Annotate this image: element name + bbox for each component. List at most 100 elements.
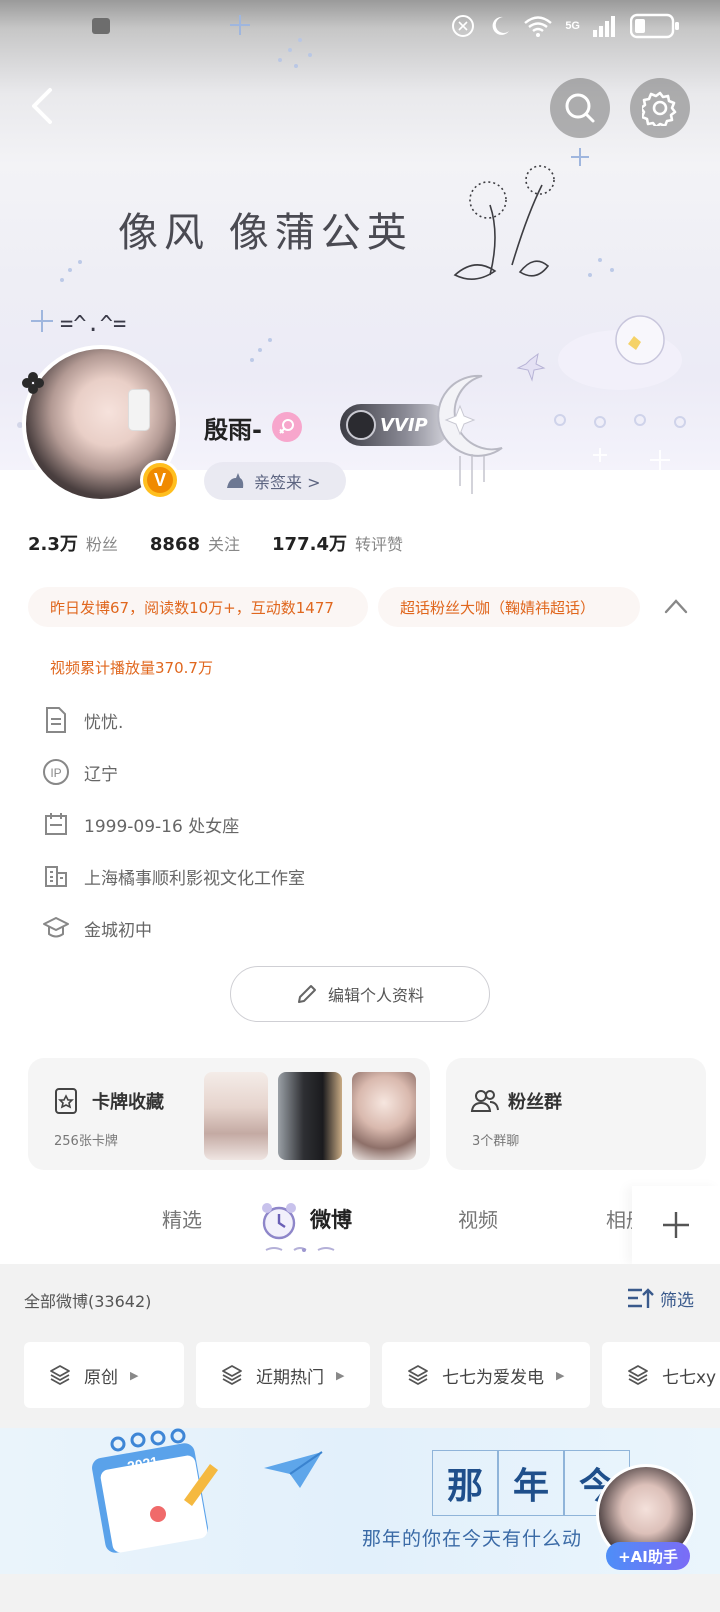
back-icon xyxy=(32,88,52,124)
building-icon xyxy=(42,862,70,890)
fan-group-title: 粉丝群 xyxy=(508,1092,562,1113)
likes-count[interactable]: 177.4万 xyxy=(272,530,347,556)
tab-weibo[interactable]: 微博 xyxy=(310,1204,352,1234)
battery-icon xyxy=(630,13,679,39)
banner-script-text: 像风 像蒲公英 xyxy=(118,210,413,256)
video-honor-text: 视频累计播放量370.7万 xyxy=(50,658,213,677)
bottom-spacer xyxy=(0,1574,720,1612)
promo-char: 那 xyxy=(432,1450,498,1516)
banner-face-text: =^.^= xyxy=(60,312,127,337)
back-button[interactable] xyxy=(24,84,64,128)
pencil-icon xyxy=(297,985,316,1003)
profile-stats: 2.3万 粉丝 8868 关注 177.4万 转评赞 xyxy=(28,530,435,556)
username: 殷雨- xyxy=(204,416,262,444)
caret-right-icon: ▶ xyxy=(130,1368,139,1382)
paper-plane-icon xyxy=(264,1451,323,1488)
document-icon xyxy=(42,706,70,734)
birthday-row: 1999-09-16 处女座 xyxy=(42,806,239,842)
company-row: 上海橘事顺利影视文化工作室 xyxy=(42,858,305,894)
card-thumbnail[interactable] xyxy=(204,1072,268,1160)
chip-topic-2-label: 七七xy xyxy=(662,1367,717,1388)
fan-group[interactable]: 粉丝群 3个群聊 xyxy=(446,1058,706,1170)
card-thumbnail[interactable] xyxy=(278,1072,342,1160)
card-collection-icon xyxy=(55,1088,77,1114)
signin-button[interactable]: 亲签来 > xyxy=(204,462,346,500)
weibo-count: 全部微博(33642) xyxy=(24,1292,152,1311)
signin-label: 亲签来 > xyxy=(254,473,321,492)
layers-icon xyxy=(50,1365,70,1385)
moon-decoration-icon xyxy=(437,374,503,494)
tab-active-indicator xyxy=(265,1247,335,1252)
filter-icon xyxy=(628,1287,654,1308)
layers-icon xyxy=(628,1365,648,1385)
layers-icon xyxy=(222,1365,242,1385)
supertopic-honor-text: 超话粉丝大咖（鞠婧祎超话） xyxy=(400,598,596,617)
add-tab-button[interactable] xyxy=(632,1186,720,1264)
filter-label: 筛选 xyxy=(660,1291,694,1311)
likes-label[interactable]: 转评赞 xyxy=(355,531,403,555)
edit-profile-label: 编辑个人资料 xyxy=(327,986,424,1005)
gear-icon xyxy=(642,91,677,126)
school-row: 金城初中 xyxy=(42,910,152,946)
female-gender-icon xyxy=(272,412,302,442)
chip-original[interactable]: 原创 ▶ xyxy=(24,1342,184,1408)
school-text: 金城初中 xyxy=(84,920,152,941)
chip-recent-hot[interactable]: 近期热门 ▶ xyxy=(196,1342,370,1408)
flower-icon xyxy=(22,372,44,394)
card-thumbnail[interactable] xyxy=(352,1072,416,1160)
network-label: 5G xyxy=(565,20,580,32)
fan-group-count: 3个群聊 xyxy=(472,1134,520,1149)
alarm-clock-icon xyxy=(262,1203,296,1240)
company-text: 上海橘事顺利影视文化工作室 xyxy=(84,868,305,889)
ip-icon-text: IP xyxy=(50,766,61,780)
ai-assistant-button[interactable]: +AI助手 xyxy=(606,1542,690,1570)
graduation-cap-icon xyxy=(42,914,70,942)
activity-honor-text: 昨日发博67，阅读数10万+，互动数1477 xyxy=(50,598,334,617)
chip-topic-2[interactable]: 七七xy xyxy=(602,1342,720,1408)
search-icon xyxy=(565,93,595,123)
card-collection-title: 卡牌收藏 xyxy=(92,1092,164,1113)
notification-icon xyxy=(92,18,110,34)
wifi-icon xyxy=(524,16,553,37)
ip-row: IP 辽宁 xyxy=(42,754,118,790)
search-button[interactable] xyxy=(550,78,610,138)
tab-featured[interactable]: 精选 xyxy=(162,1204,202,1233)
followers-count[interactable]: 2.3万 xyxy=(28,530,78,556)
edit-profile-button[interactable]: 编辑个人资料 xyxy=(230,966,490,1022)
chevron-up-icon[interactable] xyxy=(662,594,690,618)
activity-honor[interactable]: 昨日发博67，阅读数10万+，互动数1477 xyxy=(28,587,368,627)
chip-recent-hot-label: 近期热门 xyxy=(256,1367,324,1388)
tab-video[interactable]: 视频 xyxy=(458,1204,498,1233)
cat-icon xyxy=(227,473,244,488)
people-icon xyxy=(470,1090,499,1112)
chip-original-label: 原创 xyxy=(84,1367,118,1388)
profile-tabs: 精选 微博 视频 相册 xyxy=(0,1186,720,1264)
signal-icon xyxy=(593,16,615,37)
status-bar: 5G xyxy=(0,0,720,52)
chip-topic-label: 七七为爱发电 xyxy=(442,1367,544,1388)
layers-icon xyxy=(408,1365,428,1385)
settings-button[interactable] xyxy=(630,78,690,138)
supertopic-honor[interactable]: 超话粉丝大咖（鞠婧祎超话） xyxy=(378,587,640,627)
caret-right-icon: ▶ xyxy=(336,1368,345,1382)
calendar-illustration-icon: 2021 xyxy=(92,1428,218,1553)
card-collection[interactable]: 卡牌收藏 256张卡牌 xyxy=(28,1058,430,1170)
filter-button[interactable]: 筛选 xyxy=(626,1286,694,1311)
card-collection-count: 256张卡牌 xyxy=(54,1134,118,1149)
sync-icon xyxy=(452,15,475,37)
caret-right-icon: ▶ xyxy=(556,1368,565,1382)
bio-row: 忧忧. xyxy=(42,702,123,738)
following-label[interactable]: 关注 xyxy=(208,531,240,555)
following-count[interactable]: 8868 xyxy=(150,534,200,555)
vvip-emblem-icon xyxy=(346,410,376,440)
bio-text: 忧忧. xyxy=(84,712,124,733)
chip-topic[interactable]: 七七为爱发电 ▶ xyxy=(382,1342,590,1408)
network-type: 5G xyxy=(565,20,580,32)
followers-label[interactable]: 粉丝 xyxy=(86,531,118,555)
moon-icon xyxy=(492,16,510,35)
verified-icon: V xyxy=(147,467,173,493)
video-honor[interactable]: 视频累计播放量370.7万 xyxy=(28,647,242,687)
calendar-icon xyxy=(42,810,70,838)
verified-badge: V xyxy=(140,460,180,500)
promo-subtitle: 那年的你在今天有什么动 xyxy=(362,1528,583,1550)
